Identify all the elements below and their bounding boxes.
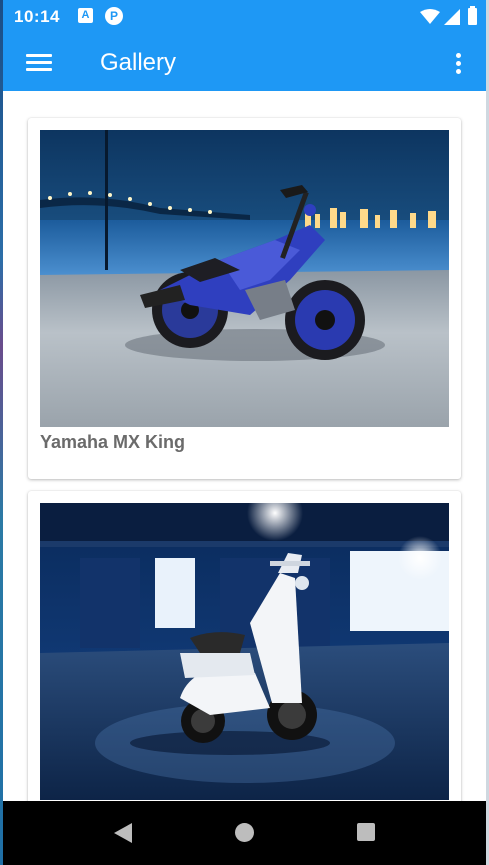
more-vert-icon[interactable] (445, 51, 471, 77)
motorcycle-image[interactable] (40, 130, 449, 427)
app-screen: 10:14 A P Gallery Yamaha MX King (0, 0, 489, 865)
left-window-edge (0, 0, 3, 865)
hamburger-menu-icon[interactable] (26, 52, 52, 74)
scooter-image[interactable] (40, 503, 449, 800)
signal-icon (444, 9, 460, 25)
recents-icon[interactable] (357, 823, 375, 841)
home-icon[interactable] (235, 823, 254, 842)
gallery-card-title: Yamaha MX King (40, 432, 186, 452)
app-bar: Gallery (0, 36, 489, 91)
status-bar: 10:14 A P (0, 0, 489, 36)
gallery-card[interactable] (28, 491, 461, 801)
status-time: 10:14 (14, 7, 60, 26)
gallery-list[interactable]: Yamaha MX King (0, 91, 489, 801)
a-badge-icon: A (78, 8, 93, 23)
battery-icon (468, 6, 477, 25)
page-title: Gallery (100, 49, 177, 76)
wifi-icon (420, 9, 440, 24)
gallery-card[interactable]: Yamaha MX King (28, 118, 461, 479)
system-nav-bar (0, 801, 489, 865)
back-icon[interactable] (114, 823, 132, 843)
p-badge-icon: P (105, 7, 123, 25)
